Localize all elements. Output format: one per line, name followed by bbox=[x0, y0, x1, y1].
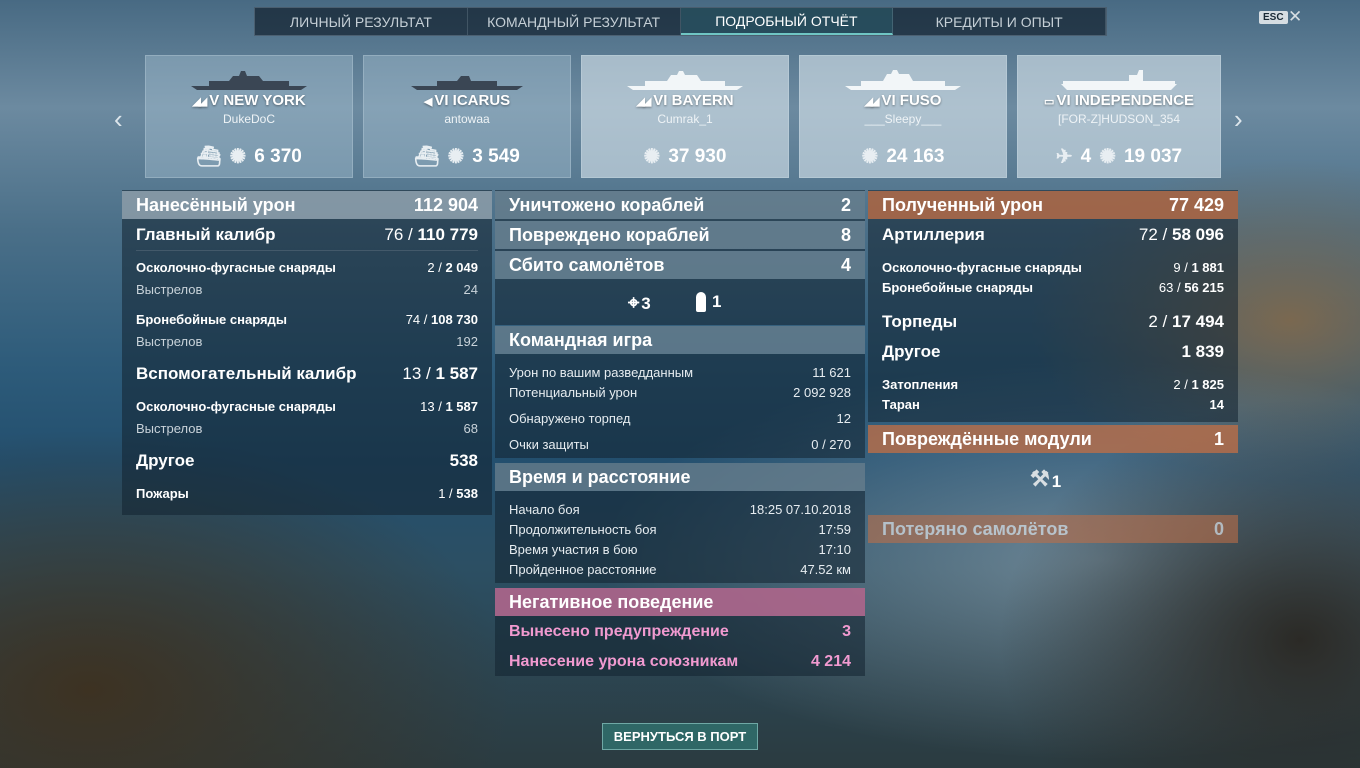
main-battery-row: Главный калибр 76 / 110 779 bbox=[136, 225, 478, 244]
ship-name: VI FUSO bbox=[881, 92, 942, 109]
damage-dealt-header: Нанесённый урон 112 904 bbox=[122, 191, 492, 219]
ramming-row: Таран 14 bbox=[882, 396, 1224, 412]
player-name: antowaa bbox=[444, 112, 490, 126]
defense-points-row: Очки защиты 0 / 270 bbox=[509, 436, 851, 452]
close-icon[interactable]: ✕ bbox=[1288, 7, 1302, 27]
ship-card-icarus[interactable]: ◀ VI ICARUS antowaa ⛴ ✺ 3 549 bbox=[363, 55, 571, 178]
capsule-icon bbox=[696, 292, 706, 312]
player-name: Cumrak_1 bbox=[657, 112, 713, 126]
ship-silhouette-icon bbox=[627, 71, 743, 90]
ship-card-bayern[interactable]: ◢◢ VI BAYERN Cumrak_1 ✺ 37 930 bbox=[581, 55, 789, 178]
ship-silhouette-icon bbox=[411, 76, 523, 90]
ships-damaged-row: Повреждено кораблей 8 bbox=[495, 221, 865, 249]
damage-icon: ✺ bbox=[861, 146, 879, 168]
damage-icon: ✺ bbox=[1099, 146, 1116, 168]
time-distance-header: Время и расстояние bbox=[495, 463, 865, 491]
sunk-ship-icon: ⛴ bbox=[414, 146, 440, 168]
broken-module-icon: ⚒ bbox=[1030, 466, 1050, 491]
received-he-row: Осколочно-фугасные снаряды 9 / 1 881 bbox=[882, 259, 1224, 275]
torpedoes-spotted-row: Обнаружено торпед 12 bbox=[509, 410, 851, 426]
artillery-row: Артиллерия 72 / 58 096 bbox=[882, 225, 1224, 244]
flag-counter: 1 bbox=[696, 292, 721, 312]
damage-received-header: Полученный урон 77 429 bbox=[868, 191, 1238, 219]
battleship-class-icon: ◢◢ bbox=[192, 96, 207, 108]
damaged-module-counter: ⚒ 1 bbox=[1030, 466, 1062, 491]
distance-row: Пройденное расстояние 47.52 км bbox=[509, 561, 851, 577]
player-name: DukeDoC bbox=[222, 112, 276, 126]
ship-card-independence[interactable]: ▭ VI INDEPENDENCE [FOR-Z]HUDSON_354 ✈ 4 ✺ 19… bbox=[1017, 55, 1221, 178]
damage-value: 24 163 bbox=[886, 145, 945, 167]
damage-value: 6 370 bbox=[254, 145, 302, 167]
team-damage-row: Нанесение урона союзникам 4 214 bbox=[509, 653, 851, 670]
ship-silhouette-icon bbox=[1061, 70, 1177, 90]
secondary-he-row: Осколочно-фугасные снаряды 13 / 1 587 bbox=[136, 398, 478, 414]
spotting-damage-row: Урон по вашим разведданным 11 621 bbox=[509, 364, 851, 380]
ship-card-new-york[interactable]: ◢◢ V NEW YORK DukeDoC ⛴ ✺ 6 370 bbox=[145, 55, 353, 178]
destroyer-class-icon: ◀ bbox=[423, 96, 433, 108]
battle-duration-row: Продолжительность боя 17:59 bbox=[509, 521, 851, 537]
main-ap-shots-row: Выстрелов 192 bbox=[136, 333, 478, 349]
negative-behavior-header: Негативное поведение bbox=[495, 588, 865, 616]
secondary-shots-row: Выстрелов 68 bbox=[136, 420, 478, 436]
carrier-class-icon: ▭ bbox=[1044, 96, 1055, 108]
tab-credits-xp[interactable]: КРЕДИТЫ И ОПЫТ bbox=[893, 8, 1106, 35]
ship-card-fuso[interactable]: ◢◢ VI FUSO ___Sleepy___ ✺ 24 163 bbox=[799, 55, 1007, 178]
warning-row: Вынесено предупреждение 3 bbox=[509, 623, 851, 640]
tab-personal-result[interactable]: ЛИЧНЫЙ РЕЗУЛЬТАТ bbox=[255, 8, 468, 35]
damaged-modules-header: Повреждённые модули 1 bbox=[868, 425, 1238, 453]
secondary-battery-row: Вспомогательный калибр 13 / 1 587 bbox=[136, 364, 478, 383]
flooding-row: Затопления 2 / 1 825 bbox=[882, 376, 1224, 392]
planes-shot-row: Сбито самолётов 4 bbox=[495, 251, 865, 279]
main-he-shots-row: Выстрелов 24 bbox=[136, 281, 478, 297]
main-he-row: Осколочно-фугасные снаряды 2 / 2 049 bbox=[136, 259, 478, 275]
other-received-row: Другое 1 839 bbox=[882, 342, 1224, 361]
player-name: [FOR-Z]HUDSON_354 bbox=[1057, 112, 1181, 126]
ship-name: VI INDEPENDENCE bbox=[1056, 92, 1194, 109]
battleship-class-icon: ◢◢ bbox=[864, 96, 880, 108]
damage-value: 3 549 bbox=[472, 145, 520, 167]
damage-icon: ✺ bbox=[229, 146, 247, 168]
torpedoes-received-row: Торпеды 2 / 17 494 bbox=[882, 312, 1224, 331]
aircraft-shot-counter: ⌖ 3 bbox=[628, 292, 651, 314]
player-name: ___Sleepy___ bbox=[864, 112, 942, 126]
planes-shot-icon: ✈ bbox=[1055, 146, 1073, 168]
battleship-class-icon: ◢◢ bbox=[636, 96, 651, 108]
team-play-header: Командная игра bbox=[495, 326, 865, 354]
received-ap-row: Бронебойные снаряды 63 / 56 215 bbox=[882, 279, 1224, 295]
tab-team-result[interactable]: КОМАНДНЫЙ РЕЗУЛЬТАТ bbox=[468, 8, 681, 35]
participation-time-row: Время участия в бою 17:10 bbox=[509, 541, 851, 557]
return-to-port-button[interactable]: ВЕРНУТЬСЯ В ПОРТ bbox=[602, 723, 758, 750]
potential-damage-row: Потенциальный урон 2 092 928 bbox=[509, 384, 851, 400]
battle-start-row: Начало боя 18:25 07.10.2018 bbox=[509, 501, 851, 517]
other-damage-row: Другое 538 bbox=[136, 451, 478, 470]
damage-value: 37 930 bbox=[668, 145, 727, 167]
planes-lost-header: Потеряно самолётов 0 bbox=[868, 515, 1238, 543]
next-arrow-icon[interactable]: › bbox=[1234, 104, 1243, 135]
ship-name: V NEW YORK bbox=[209, 92, 306, 109]
damage-icon: ✺ bbox=[447, 146, 465, 168]
main-ap-row: Бронебойные снаряды 74 / 108 730 bbox=[136, 311, 478, 327]
tab-detailed-report[interactable]: ПОДРОБНЫЙ ОТЧЁТ bbox=[680, 8, 894, 35]
prev-arrow-icon[interactable]: ‹ bbox=[114, 104, 123, 135]
ship-name: VI BAYERN bbox=[653, 92, 734, 109]
fires-row: Пожары 1 / 538 bbox=[136, 485, 478, 501]
sunk-ship-icon: ⛴ bbox=[196, 146, 222, 168]
ship-name: VI ICARUS bbox=[434, 92, 511, 109]
crosshair-icon: ⌖ bbox=[628, 292, 640, 314]
esc-key-badge[interactable]: ESC bbox=[1259, 11, 1288, 24]
ships-destroyed-row: Уничтожено кораблей 2 bbox=[495, 191, 865, 219]
ship-silhouette-icon bbox=[191, 71, 307, 90]
ship-silhouette-icon bbox=[845, 70, 961, 90]
tab-bar: ЛИЧНЫЙ РЕЗУЛЬТАТ КОМАНДНЫЙ РЕЗУЛЬТАТ ПОД… bbox=[254, 7, 1107, 36]
damage-icon: ✺ bbox=[643, 146, 661, 168]
planes-value: 4 bbox=[1080, 145, 1092, 167]
damage-value: 19 037 bbox=[1123, 145, 1183, 167]
